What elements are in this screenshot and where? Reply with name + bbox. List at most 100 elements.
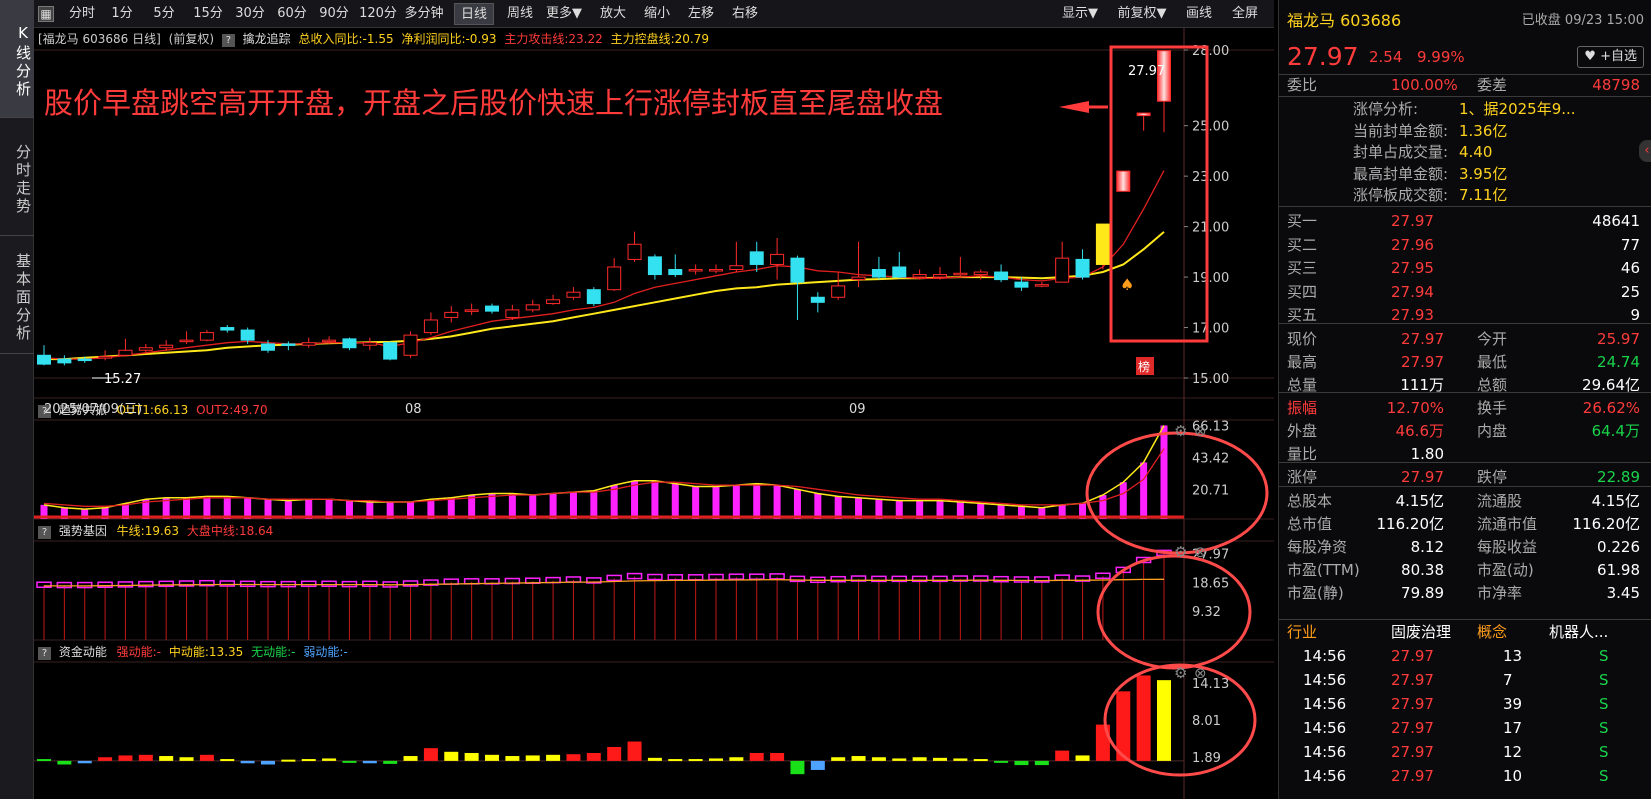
candle-body	[994, 271, 1009, 281]
quote-value: 116.20亿	[1376, 515, 1445, 533]
candle-body	[281, 343, 296, 346]
weibi-label: 委比	[1287, 76, 1318, 94]
limit-info-label: 涨停分析:	[1353, 100, 1419, 118]
quote-row: 最高 27.97 最低 24.74	[1279, 351, 1651, 373]
p3-y-tick-label: 9.32	[1192, 605, 1221, 620]
candle-body	[423, 319, 438, 334]
momentum-bar	[851, 756, 866, 761]
momentum-bar	[892, 758, 907, 761]
close-icon[interactable]: ⊗	[1194, 422, 1207, 440]
tab-kline[interactable]: K线分析	[0, 0, 34, 118]
y-tick-label: 19.00	[1192, 271, 1229, 286]
chart-area[interactable]: 28.0025.0023.0021.0019.0017.0015.0066.13…	[34, 0, 1274, 799]
candle-body	[464, 309, 479, 312]
candle-body	[871, 269, 886, 278]
concept-label: 概念	[1477, 623, 1508, 641]
y-tick-label: 21.00	[1192, 221, 1229, 236]
tick-price: 27.97	[1391, 671, 1434, 689]
quote-value: 0.226	[1597, 538, 1640, 556]
candle-body	[57, 358, 72, 364]
momentum-bar	[505, 756, 520, 761]
limit-info-label: 当前封单金额:	[1353, 121, 1449, 140]
momentum-bar	[485, 754, 499, 761]
tick-volume: 10	[1503, 767, 1523, 785]
candle-body	[566, 291, 581, 298]
tab-intraday[interactable]: 分时走势	[0, 118, 34, 236]
concept-value[interactable]: 机器人...	[1549, 621, 1608, 643]
price-change: 2.54	[1369, 48, 1403, 66]
gene-marker	[1013, 576, 1030, 583]
momentum-bar	[607, 746, 622, 761]
limit-info-label: 封单占成交量:	[1353, 143, 1449, 161]
gear-icon[interactable]: ⚙	[1174, 664, 1187, 682]
momentum-bar	[647, 757, 662, 761]
candle-body	[953, 272, 968, 276]
quote-row: 外盘 46.6万 内盘 64.4万	[1279, 420, 1651, 442]
candle-body	[322, 339, 337, 343]
tick-side: S	[1599, 719, 1609, 737]
gene-marker	[76, 581, 93, 589]
bid-row: 买三 27.95 46	[1279, 257, 1651, 279]
bid-label: 买三	[1287, 259, 1318, 277]
quote-row: 总市值 116.20亿 流通市值 116.20亿	[1279, 513, 1651, 535]
momentum-bar	[342, 760, 357, 763]
quote-label: 今开	[1477, 330, 1508, 348]
gene-marker	[626, 572, 643, 580]
momentum-bar	[199, 754, 214, 761]
tab-fundamentals[interactable]: 基本面分析	[0, 236, 34, 354]
gene-marker	[239, 580, 256, 588]
quote-value: 1.80	[1410, 445, 1444, 463]
close-icon[interactable]: ⊗	[1194, 664, 1207, 682]
attack-line-series	[43, 170, 1165, 360]
quote-label: 总股本	[1287, 492, 1333, 510]
y-tick-label: 25.00	[1192, 120, 1229, 135]
trend-bar	[1099, 494, 1107, 519]
industry-value[interactable]: 固废治理	[1391, 621, 1451, 643]
quote-value: 22.89	[1597, 468, 1640, 486]
gene-marker	[708, 573, 724, 581]
momentum-bar	[240, 760, 255, 764]
gear-icon[interactable]: ⚙	[1174, 422, 1187, 440]
limit-info-value: 7.11亿	[1459, 186, 1508, 204]
gear-icon[interactable]: ⚙	[1174, 543, 1187, 561]
quote-value: 79.89	[1401, 584, 1444, 602]
momentum-bar	[1055, 750, 1070, 761]
candle-body	[159, 344, 174, 349]
trend-bar	[1119, 482, 1127, 519]
momentum-bar	[810, 760, 825, 770]
quote-value: 12.70%	[1386, 399, 1444, 417]
industry-label: 行业	[1287, 623, 1318, 641]
y-tick-label: 23.00	[1192, 170, 1229, 185]
candle-body	[342, 338, 357, 349]
momentum-bar	[566, 754, 581, 761]
quote-value: 26.62%	[1582, 399, 1640, 417]
annotation-text: 股价早盘跳空高开开盘，开盘之后股价快速上行涨停封板直至尾盘收盘	[44, 86, 943, 120]
collapse-arrow-icon[interactable]: ‹	[1639, 140, 1651, 162]
candle-body	[77, 358, 92, 362]
quote-value: 27.97	[1401, 468, 1444, 486]
bid-label: 买二	[1287, 235, 1318, 254]
quote-value: 25.97	[1597, 330, 1640, 348]
limit-info-value: 4.40	[1459, 143, 1493, 161]
limit-info-value: 1.36亿	[1459, 121, 1508, 140]
quote-row: 现价 27.97 今开 25.97	[1279, 328, 1651, 350]
momentum-bar	[1136, 675, 1151, 761]
tick-side: S	[1599, 695, 1609, 713]
gene-marker	[97, 581, 113, 588]
quote-label: 每股收益	[1477, 538, 1538, 556]
limit-info-row: 涨停板成交额: 7.11亿	[1279, 184, 1651, 206]
candle-body	[240, 329, 255, 341]
candle-body	[1116, 170, 1131, 192]
momentum-bar	[586, 753, 601, 761]
stock-name-code: 福龙马 603686	[1287, 11, 1402, 30]
bid-label: 买四	[1287, 282, 1318, 301]
tick-row: 14:56 27.97 10 S	[1279, 765, 1651, 787]
trend-bar	[732, 485, 740, 519]
candle-body	[37, 354, 51, 365]
close-icon[interactable]: ⊗	[1194, 543, 1207, 561]
high-price-label: 27.97	[1128, 64, 1165, 79]
limit-info-value: 3.95亿	[1459, 164, 1508, 183]
add-favorite-button[interactable]: ♥ +自选	[1577, 46, 1644, 68]
p4-y-tick-label: 1.89	[1192, 751, 1221, 766]
quote-row: 每股净资 8.12 每股收益 0.226	[1279, 536, 1651, 558]
